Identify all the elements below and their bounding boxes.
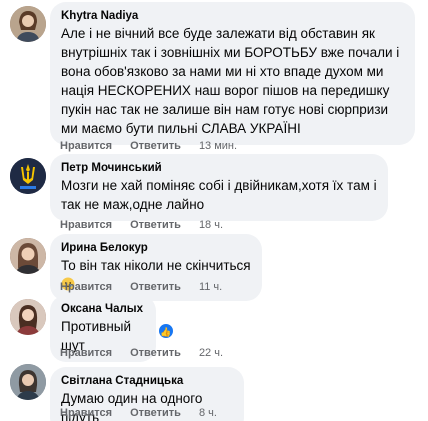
comment-text-content: То він так ніколи не скінчиться bbox=[61, 258, 251, 273]
comment-timestamp[interactable]: 13 мин. bbox=[199, 138, 237, 154]
comment-author[interactable]: Петр Мочинський bbox=[61, 160, 377, 176]
reply-link[interactable]: Ответить bbox=[130, 217, 181, 233]
comment-bubble: Khytra Nadiya Але і не вічний все буде з… bbox=[50, 2, 415, 145]
reply-link[interactable]: Ответить bbox=[130, 345, 181, 361]
comment-author[interactable]: Ирина Белокур bbox=[61, 240, 251, 256]
comment-timestamp[interactable]: 22 ч. bbox=[199, 345, 223, 361]
like-link[interactable]: Нравится bbox=[60, 217, 112, 233]
comment-text: Але і не вічний все буде залежати від об… bbox=[61, 26, 400, 136]
like-link[interactable]: Нравится bbox=[60, 138, 112, 154]
comment-timestamp[interactable]: 8 ч. bbox=[199, 405, 217, 421]
like-link[interactable]: Нравится bbox=[60, 405, 112, 421]
avatar-woman-photo-icon bbox=[10, 299, 46, 335]
avatar-woman-photo-icon bbox=[10, 6, 46, 42]
comment-actions: Нравится Ответить 18 ч. bbox=[60, 217, 223, 233]
avatar[interactable] bbox=[10, 299, 46, 335]
comment-author[interactable]: Оксана Чалых bbox=[61, 301, 145, 317]
trident-emblem-icon bbox=[10, 158, 46, 194]
avatar-woman-photo-icon bbox=[10, 238, 46, 274]
comment-actions: Нравится Ответить 13 мин. bbox=[60, 138, 237, 154]
comment-actions: Нравится Ответить 11 ч. bbox=[60, 279, 222, 295]
reply-link[interactable]: Ответить bbox=[130, 279, 181, 295]
avatar[interactable] bbox=[10, 238, 46, 274]
reply-link[interactable]: Ответить bbox=[130, 405, 181, 421]
like-thumb-icon[interactable]: 👍 bbox=[158, 323, 174, 339]
comment-author[interactable]: Світлана Стадницька bbox=[61, 373, 233, 389]
avatar[interactable] bbox=[10, 364, 46, 400]
comment-actions: Нравится Ответить 8 ч. bbox=[60, 405, 217, 421]
reply-link[interactable]: Ответить bbox=[130, 138, 181, 154]
avatar[interactable] bbox=[10, 158, 46, 194]
comment-actions: Нравится Ответить 22 ч. bbox=[60, 345, 223, 361]
avatar-woman-photo-icon bbox=[10, 364, 46, 400]
comment-author[interactable]: Khytra Nadiya bbox=[61, 8, 404, 24]
avatar[interactable] bbox=[10, 6, 46, 42]
comment-text: Мозги не хай поміняє собі і двійникам,хо… bbox=[61, 178, 377, 212]
comment-timestamp[interactable]: 11 ч. bbox=[199, 279, 222, 295]
like-link[interactable]: Нравится bbox=[60, 279, 112, 295]
comment-timestamp[interactable]: 18 ч. bbox=[199, 217, 223, 233]
like-link[interactable]: Нравится bbox=[60, 345, 112, 361]
comment-bubble: Петр Мочинський Мозги не хай поміняє соб… bbox=[50, 154, 388, 221]
